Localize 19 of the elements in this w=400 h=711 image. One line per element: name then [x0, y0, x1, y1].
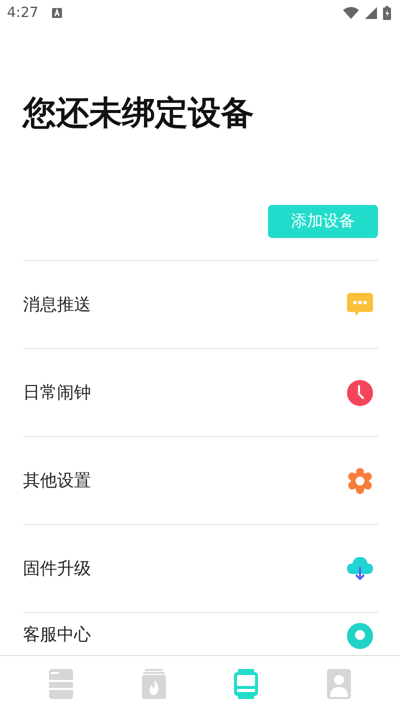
status-time: 4:27: [7, 5, 38, 21]
profile-tab[interactable]: [326, 668, 351, 698]
battery-icon: [383, 6, 391, 20]
menu-item[interactable]: 消息推送: [23, 260, 378, 348]
list-tab[interactable]: [49, 668, 74, 698]
page-title: 您还未绑定设备: [23, 93, 255, 133]
cloud-download-icon: [347, 556, 373, 582]
gear-icon: [347, 468, 373, 494]
signal-icon: [365, 7, 377, 19]
menu-item[interactable]: 其他设置: [23, 436, 378, 524]
menu-item[interactable]: 固件升级: [23, 524, 378, 612]
clock-icon: [347, 380, 373, 406]
notification-icon: [52, 8, 62, 18]
wifi-icon: [343, 7, 359, 19]
menu-item[interactable]: 日常闹钟: [23, 348, 378, 436]
menu-item[interactable]: 客服中心: [23, 612, 378, 649]
fire-tab[interactable]: [142, 668, 166, 698]
chat-bubble-icon: [347, 292, 373, 316]
watch-tab[interactable]: [234, 668, 258, 698]
